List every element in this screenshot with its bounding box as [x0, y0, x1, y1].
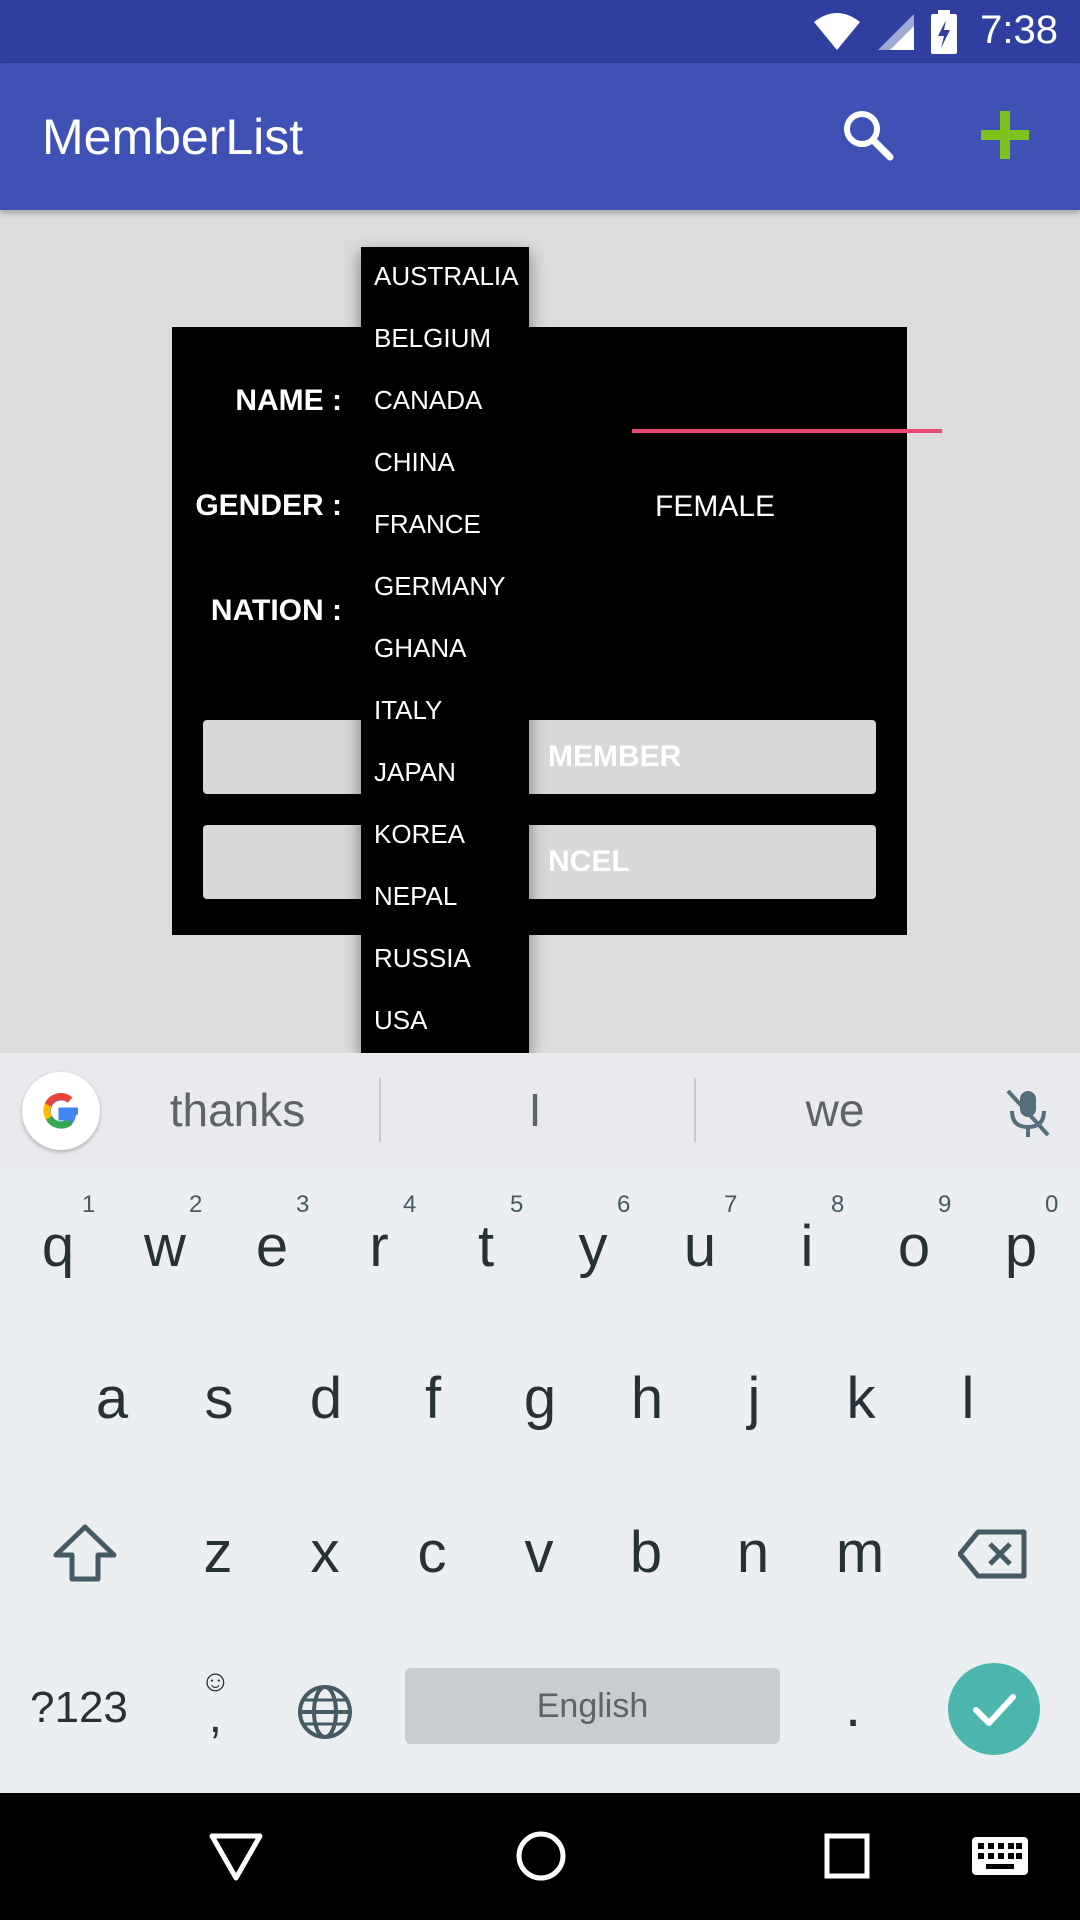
key-d[interactable]: d: [286, 1365, 366, 1432]
key-p-number: 0: [1045, 1191, 1059, 1218]
key-g[interactable]: g: [500, 1365, 580, 1432]
nation-option[interactable]: NEPAL: [361, 881, 529, 943]
app-title: MemberList: [42, 109, 304, 165]
wifi-icon: [814, 13, 860, 50]
battery-charging-icon: [931, 10, 957, 54]
key-p[interactable]: p: [981, 1213, 1061, 1280]
shift-icon[interactable]: [52, 1523, 118, 1583]
nation-option[interactable]: BELGIUM: [361, 323, 529, 385]
key-o[interactable]: o: [874, 1213, 954, 1280]
check-icon: [973, 1694, 1016, 1726]
key-y-number: 6: [617, 1191, 631, 1218]
signal-icon: [878, 14, 914, 50]
nation-option[interactable]: ITALY: [361, 695, 529, 757]
home-icon[interactable]: [511, 1826, 571, 1886]
key-v[interactable]: v: [499, 1519, 579, 1586]
key-x[interactable]: x: [285, 1519, 365, 1586]
search-icon[interactable]: [838, 105, 898, 165]
symbols-key[interactable]: ?123: [30, 1683, 128, 1733]
key-y[interactable]: y: [553, 1213, 633, 1280]
google-icon[interactable]: [22, 1072, 100, 1150]
app-bar: MemberList: [0, 63, 1080, 210]
nation-option[interactable]: GHANA: [361, 633, 529, 695]
cancel-button-label: NCEL: [548, 845, 630, 878]
key-m[interactable]: m: [820, 1519, 900, 1586]
key-t[interactable]: t: [446, 1213, 526, 1280]
key-t-number: 5: [510, 1191, 524, 1218]
key-e[interactable]: e: [232, 1213, 312, 1280]
key-q[interactable]: q: [18, 1213, 98, 1280]
key-e-number: 3: [296, 1191, 310, 1218]
gender-label: GENDER :: [195, 489, 342, 522]
key-w[interactable]: w: [125, 1213, 205, 1280]
soft-keyboard: thanks I we q 1 w 2 e 3 r 4 t 5 y 6 u 7 …: [0, 1053, 1080, 1793]
keyboard-icon[interactable]: [970, 1833, 1030, 1881]
key-c[interactable]: c: [392, 1519, 472, 1586]
key-b[interactable]: b: [606, 1519, 686, 1586]
nation-option[interactable]: AUSTRALIA: [361, 261, 529, 323]
key-i[interactable]: i: [767, 1213, 847, 1280]
suggestion-1[interactable]: thanks: [140, 1083, 335, 1137]
key-o-number: 9: [938, 1191, 952, 1218]
period-key[interactable]: .: [845, 1673, 861, 1740]
female-radio-label[interactable]: FEMALE: [655, 490, 775, 524]
comma-label: ,: [208, 1690, 222, 1743]
key-u[interactable]: u: [660, 1213, 740, 1280]
nation-option[interactable]: KOREA: [361, 819, 529, 881]
suggestion-divider: [379, 1078, 381, 1142]
enter-button[interactable]: [948, 1663, 1040, 1755]
key-q-number: 1: [82, 1191, 96, 1218]
add-member-dialog: NAME : GENDER : FEMALE NATION : MEMBER N…: [172, 327, 942, 935]
name-label: NAME :: [235, 384, 342, 417]
emoji-comma-key[interactable]: ☺ ,: [200, 1667, 231, 1743]
key-a[interactable]: a: [72, 1365, 152, 1432]
key-r-number: 4: [403, 1191, 417, 1218]
suggestion-divider: [694, 1078, 696, 1142]
key-h[interactable]: h: [607, 1365, 687, 1432]
nation-label: NATION :: [210, 594, 342, 627]
key-u-number: 7: [724, 1191, 738, 1218]
status-icons: [812, 10, 958, 54]
suggestion-strip: thanks I we: [0, 1053, 1080, 1169]
nation-option[interactable]: RUSSIA: [361, 943, 529, 1005]
nation-option[interactable]: GERMANY: [361, 571, 529, 633]
nation-option[interactable]: JAPAN: [361, 757, 529, 819]
nation-option[interactable]: CANADA: [361, 385, 529, 447]
key-l[interactable]: l: [928, 1365, 1008, 1432]
cancel-button[interactable]: NCEL: [203, 825, 876, 899]
status-time: 7:38: [980, 8, 1058, 52]
suggestion-3[interactable]: we: [740, 1083, 930, 1137]
recents-icon[interactable]: [817, 1826, 877, 1886]
backspace-icon[interactable]: [958, 1528, 1028, 1580]
add-member-button-label: MEMBER: [548, 740, 682, 773]
key-w-number: 2: [189, 1191, 203, 1218]
key-i-number: 8: [831, 1191, 845, 1218]
key-n[interactable]: n: [713, 1519, 793, 1586]
suggestion-2[interactable]: I: [440, 1083, 630, 1137]
nation-option[interactable]: CHINA: [361, 447, 529, 509]
google-g-icon: [43, 1093, 78, 1129]
name-input[interactable]: [632, 429, 942, 433]
key-r[interactable]: r: [339, 1213, 419, 1280]
navigation-bar: [0, 1793, 1080, 1920]
nation-dropdown-list: AUSTRALIA BELGIUM CANADA CHINA FRANCE GE…: [361, 247, 529, 1053]
add-icon[interactable]: [975, 105, 1035, 165]
nation-option[interactable]: FRANCE: [361, 509, 529, 571]
key-k[interactable]: k: [821, 1365, 901, 1432]
key-z[interactable]: z: [178, 1519, 258, 1586]
key-s[interactable]: s: [179, 1365, 259, 1432]
key-f[interactable]: f: [393, 1365, 473, 1432]
add-member-button[interactable]: MEMBER: [203, 720, 876, 794]
back-icon[interactable]: [206, 1826, 266, 1886]
key-j[interactable]: j: [714, 1365, 794, 1432]
mic-off-icon[interactable]: [1000, 1085, 1056, 1141]
space-bar[interactable]: English: [405, 1668, 780, 1744]
globe-icon[interactable]: [296, 1683, 354, 1741]
status-bar: 7:38: [0, 0, 1080, 63]
